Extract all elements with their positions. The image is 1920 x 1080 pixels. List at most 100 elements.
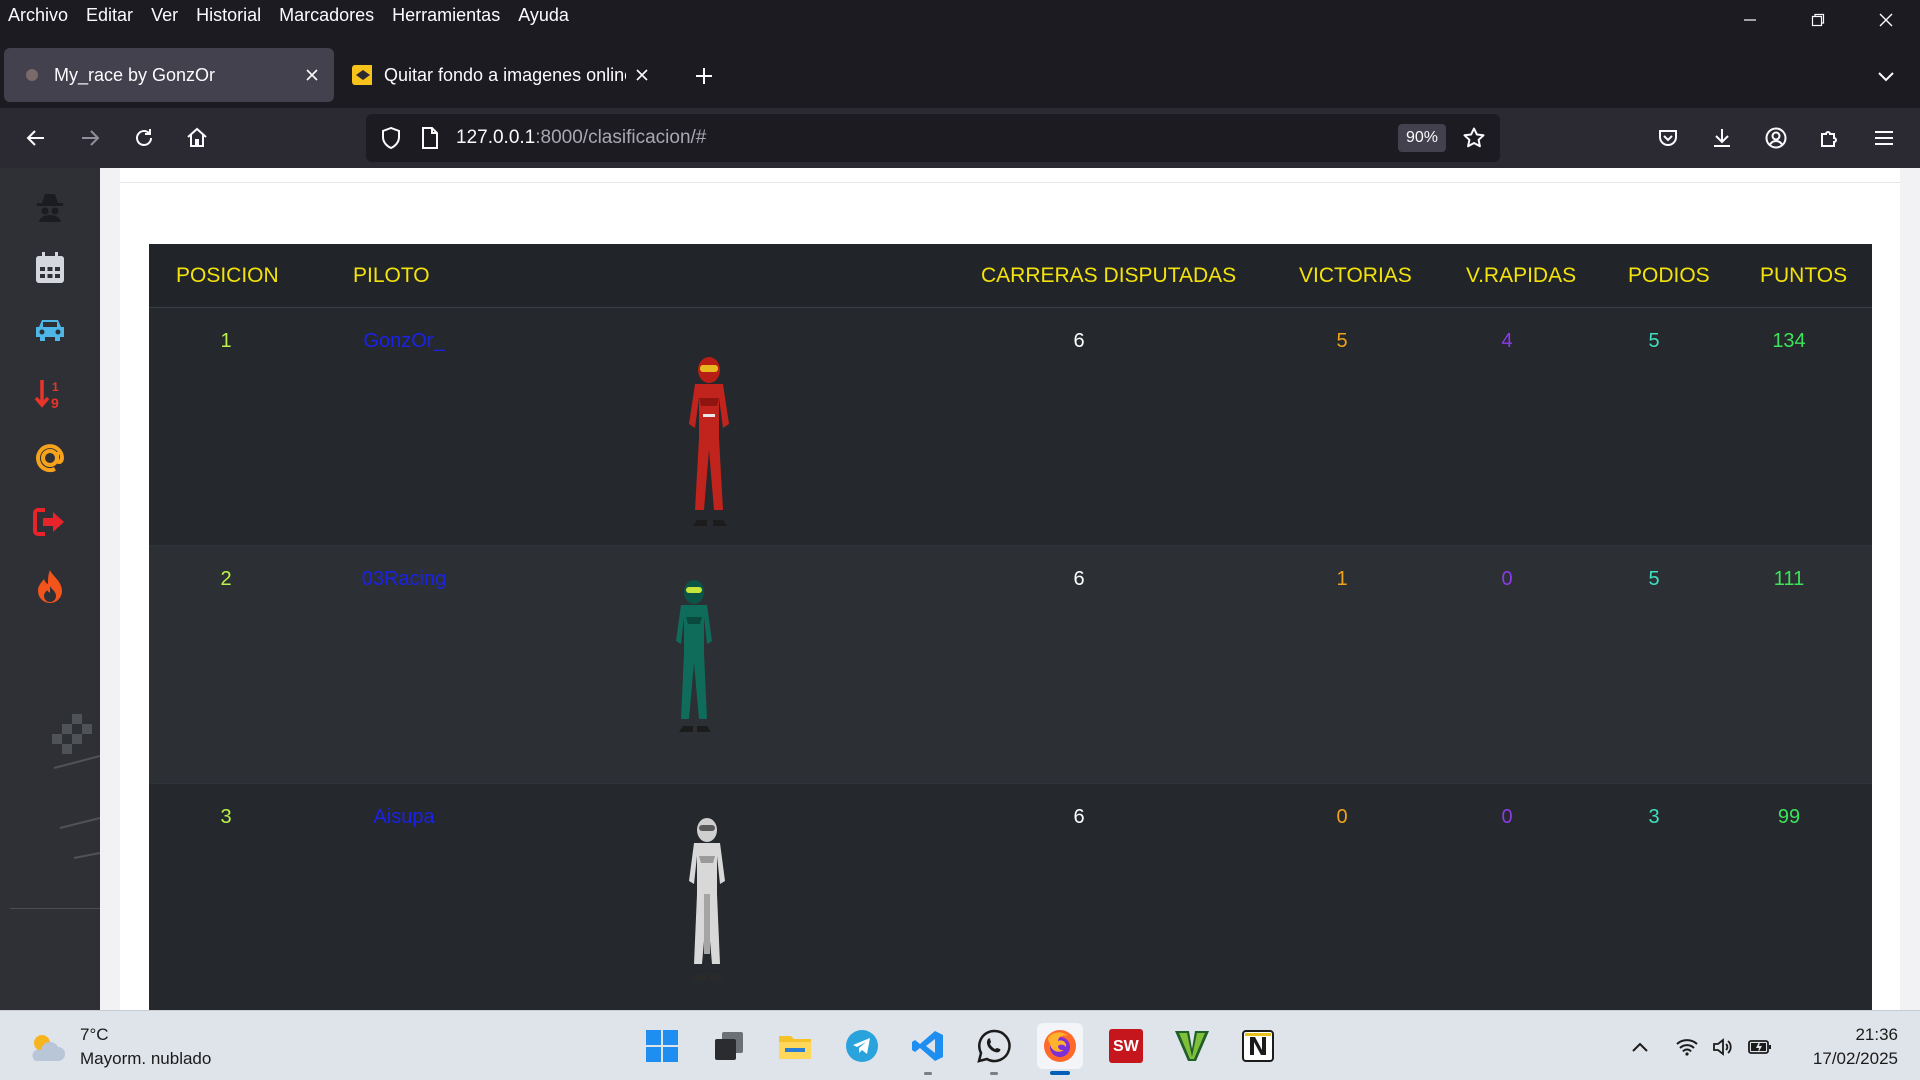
home-icon — [187, 127, 207, 147]
sort-descending-icon[interactable]: 19 — [30, 374, 70, 414]
car-icon[interactable] — [30, 311, 70, 351]
tab-close-button[interactable] — [296, 59, 328, 91]
piloto-link[interactable]: 03Racing — [331, 568, 477, 591]
cell-victorias: 1 — [1336, 568, 1348, 590]
windows-start-button[interactable] — [639, 1023, 685, 1069]
at-sign-icon[interactable] — [30, 438, 70, 478]
wifi-button[interactable] — [1673, 1033, 1701, 1061]
cell-carreras: 6 — [1073, 568, 1085, 590]
firefox-button[interactable] — [1037, 1023, 1083, 1075]
tracking-protection-icon[interactable] — [376, 126, 406, 150]
whatsapp-button[interactable] — [971, 1023, 1017, 1075]
show-hidden-icons-button[interactable] — [1626, 1033, 1654, 1061]
minimize-button[interactable] — [1716, 0, 1784, 40]
url-path: :8000/clasificacion/# — [535, 127, 707, 148]
fire-icon[interactable] — [30, 566, 70, 606]
zoom-indicator[interactable]: 90% — [1397, 124, 1446, 152]
cell-carreras: 6 — [1073, 330, 1085, 352]
menu-archivo[interactable]: Archivo — [0, 0, 77, 30]
solidworks-button[interactable]: SW — [1103, 1023, 1149, 1069]
standings-table: POSICION PILOTO CARRERAS DISPUTADAS VICT… — [149, 244, 1872, 1010]
whatsapp-icon — [977, 1029, 1011, 1063]
piloto-link[interactable]: Aisupa — [331, 806, 477, 829]
battery-charging-icon — [1748, 1040, 1771, 1054]
task-view-button[interactable] — [706, 1023, 752, 1069]
pocket-button[interactable] — [1650, 120, 1686, 156]
notion-icon — [1242, 1030, 1274, 1062]
table-row: 2 03Racing 6 1 0 5 111 — [149, 546, 1872, 784]
battery-button[interactable] — [1746, 1033, 1774, 1061]
gta-button[interactable] — [1169, 1023, 1215, 1069]
extensions-button[interactable] — [1812, 120, 1848, 156]
gta-icon — [1175, 1031, 1209, 1061]
home-button[interactable] — [179, 120, 215, 156]
volume-button[interactable] — [1709, 1033, 1737, 1061]
menu-herramientas[interactable]: Herramientas — [383, 0, 509, 30]
menu-editar[interactable]: Editar — [77, 0, 142, 30]
tab-close-button[interactable] — [626, 59, 658, 91]
cell-posicion: 2 — [220, 568, 232, 590]
tab-quitar-fondo[interactable]: Quitar fondo a imagenes online — [338, 48, 664, 102]
minimize-icon — [1744, 19, 1756, 21]
calendar-icon[interactable] — [30, 248, 70, 288]
header-vrapidas: V.RAPIDAS — [1466, 263, 1577, 287]
account-button[interactable] — [1758, 120, 1794, 156]
list-all-tabs-button[interactable] — [1868, 58, 1904, 94]
page-info-icon[interactable] — [418, 127, 442, 149]
new-tab-button[interactable] — [686, 58, 722, 94]
tab-my-race[interactable]: My_race by GonzOr — [4, 48, 334, 102]
content-divider — [120, 182, 1900, 183]
back-button[interactable] — [18, 120, 54, 156]
running-indicator — [924, 1072, 932, 1075]
tab-favicon-icon — [352, 65, 372, 85]
download-icon — [1714, 129, 1730, 147]
page-viewport: 19 POSICION PILOTO CARRERAS DISPUTADAS V… — [0, 168, 1920, 1010]
close-icon — [306, 69, 318, 81]
bookmark-star-button[interactable] — [1460, 124, 1488, 152]
telegram-button[interactable] — [839, 1023, 885, 1069]
menu-ver[interactable]: Ver — [142, 0, 187, 30]
account-icon — [1765, 127, 1787, 149]
cell-podios: 3 — [1648, 806, 1660, 828]
menu-historial[interactable]: Historial — [187, 0, 270, 30]
weather-widget[interactable]: 7°C Mayorm. nublado — [26, 1023, 211, 1071]
svg-text:9: 9 — [51, 395, 59, 411]
partly-cloudy-icon — [32, 1035, 65, 1061]
url-text[interactable]: 127.0.0.1:8000/clasificacion/# — [456, 127, 706, 149]
close-window-button[interactable] — [1852, 0, 1920, 40]
system-clock[interactable]: 21:36 17/02/2025 — [1813, 1023, 1898, 1071]
menu-marcadores[interactable]: Marcadores — [270, 0, 383, 30]
solidworks-badge: SW — [1113, 1038, 1140, 1055]
url-bar[interactable]: 127.0.0.1:8000/clasificacion/# 90% — [366, 114, 1500, 162]
table-row: 3 Aisupa 6 0 0 3 99 — [149, 784, 1872, 1010]
tab-title: My_race by GonzOr — [54, 64, 216, 85]
vscode-button[interactable] — [905, 1023, 951, 1075]
puzzle-icon — [1821, 131, 1837, 147]
app-menu-button[interactable] — [1866, 120, 1902, 156]
notion-button[interactable] — [1235, 1023, 1281, 1069]
menu-bar: Archivo Editar Ver Historial Marcadores … — [0, 0, 1920, 30]
close-icon — [636, 69, 648, 81]
piloto-link[interactable]: GonzOr_ — [331, 330, 477, 353]
file-explorer-button[interactable] — [772, 1023, 818, 1069]
tab-strip: My_race by GonzOr Quitar fondo a imagene… — [0, 46, 1920, 102]
driver-image — [689, 357, 729, 526]
restore-button[interactable] — [1784, 0, 1852, 40]
windows-start-icon — [646, 1030, 678, 1062]
cell-puntos: 111 — [1773, 568, 1805, 590]
spy-icon[interactable] — [30, 186, 70, 226]
running-indicator — [990, 1072, 998, 1075]
downloads-button[interactable] — [1704, 120, 1740, 156]
wifi-icon — [1676, 1039, 1698, 1056]
reload-button[interactable] — [126, 120, 162, 156]
menu-ayuda[interactable]: Ayuda — [509, 0, 578, 30]
plus-icon — [696, 68, 712, 84]
firefox-icon — [1044, 1030, 1076, 1062]
reload-icon — [136, 129, 152, 146]
header-victorias: VICTORIAS — [1299, 263, 1412, 287]
window-controls — [1716, 0, 1920, 40]
forward-button[interactable] — [72, 120, 108, 156]
weather-desc: Mayorm. nublado — [80, 1049, 212, 1068]
header-carreras: CARRERAS DISPUTADAS — [981, 263, 1237, 287]
logout-icon[interactable] — [30, 502, 70, 542]
